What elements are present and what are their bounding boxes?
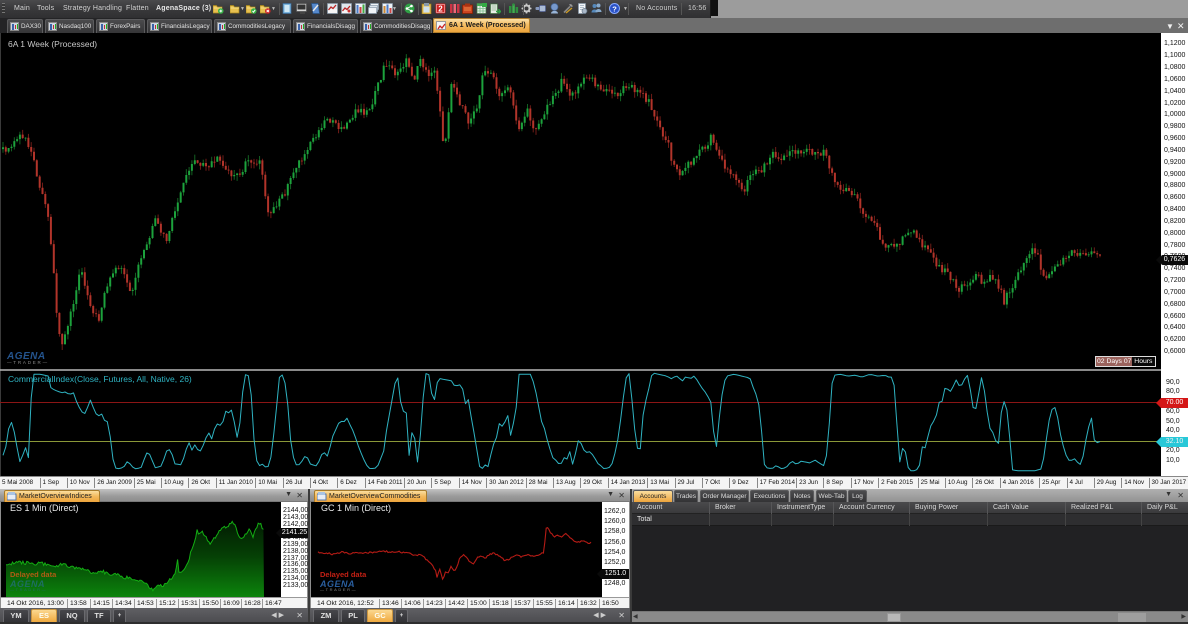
svg-text:2: 2 — [438, 4, 443, 13]
svg-text:?: ? — [612, 4, 617, 13]
